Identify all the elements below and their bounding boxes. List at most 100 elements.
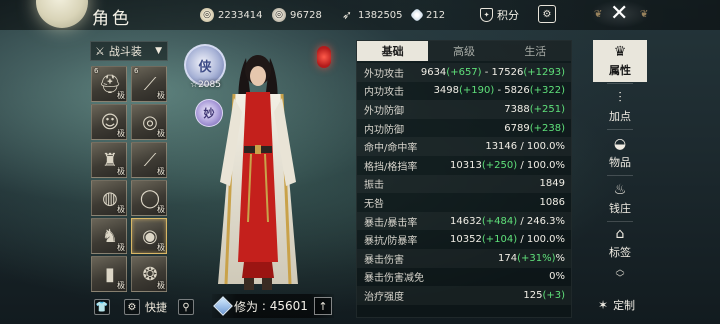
stat-base: 13146 / 100.0% — [485, 141, 565, 153]
currency-silver-value: 96728 — [290, 9, 322, 21]
nav-label-attributes: 属性 — [609, 64, 631, 77]
bracelet-slot[interactable]: ◎ 极 — [131, 104, 167, 140]
close-button[interactable]: ✕ — [610, 2, 628, 26]
stat-bonus: (+238) — [529, 122, 565, 134]
stat-row: 暴抗/防暴率 10352(+104) / 100.0% — [357, 230, 571, 249]
customize-button[interactable]: ✶ 定制 — [598, 297, 635, 313]
nav-item-points[interactable]: ⫶ 加点 — [593, 86, 647, 128]
boot-right — [262, 278, 272, 290]
quick-button[interactable]: ⚙ 快捷 — [124, 296, 167, 318]
slot-quality-tag: 极 — [117, 167, 125, 176]
stat-base: 9634 — [420, 66, 447, 78]
portrait-slot[interactable]: ☺ 极 — [91, 104, 127, 140]
face — [250, 66, 266, 86]
stat-base: / 100.0% — [517, 234, 565, 246]
sword-icon: ⚔ — [95, 44, 105, 58]
stats-panel: 基础 高级 生活 外功攻击 9634(+657) - 17526(+1293) 内功… — [356, 40, 572, 318]
stat-value: 7388(+251) — [504, 104, 565, 115]
currency-feather: ➶ 1382505 — [340, 7, 403, 23]
helmet-slot[interactable]: ⛑ 6 极 — [91, 66, 127, 102]
stat-row: 暴击伤害减免 0% — [357, 268, 571, 287]
equipment-set-dropdown[interactable]: ⚔ 战斗装 ▼ — [90, 41, 168, 61]
slot-level: 6 — [134, 67, 139, 75]
rank-number-icon: ☆ — [190, 80, 199, 90]
stat-base: 14632 — [450, 215, 482, 227]
tab-advanced[interactable]: 高级 — [428, 41, 500, 61]
shirt-icon: 👕 — [94, 299, 110, 315]
chevron-down-icon: ﹀ — [615, 274, 625, 284]
stat-base: / 246.3% — [517, 215, 565, 227]
stat-bonus: (+104) — [481, 234, 518, 246]
weapon-slot[interactable]: ⟋ 6 极 — [131, 66, 167, 102]
stat-value: 3498(+190) - 5826(+322) — [434, 85, 565, 96]
stat-value: 9634(+657) - 17526(+1293) — [421, 67, 565, 78]
stat-base: % — [555, 252, 565, 264]
nav-scroll-indicator[interactable]: ︿ ﹀ — [593, 264, 647, 286]
stat-base: 6789 — [504, 122, 530, 134]
slot-quality-tag: 极 — [117, 281, 125, 290]
slot-level: 6 — [94, 67, 99, 75]
gear-icon: ⚙ — [124, 299, 140, 315]
nav-label-tags: 标签 — [609, 246, 631, 259]
stat-base: 0% — [549, 271, 565, 283]
nav-item-tags[interactable]: ⌂ 标签 — [593, 222, 647, 264]
points-button[interactable]: ✦ 积分 — [480, 7, 519, 23]
shield-icon: ✦ — [480, 8, 493, 22]
ring-slot[interactable]: ◯ 极 — [131, 180, 167, 216]
stat-bonus: (+484) — [481, 215, 518, 227]
customize-label: 定制 — [613, 299, 636, 312]
slot-quality-tag: 极 — [157, 205, 165, 214]
inspect-button[interactable]: ⚲ — [178, 296, 199, 318]
boot-left — [244, 278, 254, 290]
bag-icon: ◒ — [613, 136, 627, 152]
stat-row: 命中/命中率 13146 / 100.0% — [357, 137, 571, 156]
outfit-button[interactable]: 👕 — [94, 296, 115, 318]
magic-wand-icon: ✶ — [598, 298, 609, 312]
stat-bonus: (+1293) — [523, 66, 565, 78]
chevron-down-icon: ▼ — [155, 46, 162, 56]
slot-quality-tag: 极 — [117, 129, 125, 138]
stat-row: 内功防御 6789(+238) — [357, 119, 571, 138]
stat-value: 10352(+104) / 100.0% — [450, 234, 565, 245]
cultivation-upgrade-button[interactable]: ↑ — [314, 297, 332, 315]
sliders-icon: ⫶ — [618, 90, 622, 106]
nav-item-bank[interactable]: ♨ 钱庄 — [593, 178, 647, 220]
nav-divider — [607, 175, 633, 176]
amulet-slot[interactable]: ◉ 极 — [131, 218, 167, 254]
cape-slot[interactable]: ♞ 极 — [91, 218, 127, 254]
ornament-left-icon: ❦ — [594, 9, 603, 20]
side-nav: ♛ 属性 ⫶ 加点 ◒ 物品 ♨ 钱庄 ⌂ 标签 ︿ ﹀ — [593, 40, 647, 318]
boots-slot[interactable]: ▮ 极 — [91, 256, 127, 292]
nav-label-items: 物品 — [609, 156, 631, 169]
stat-base: 7388 — [504, 103, 530, 115]
stat-bonus: (+31%) — [517, 252, 556, 264]
stat-label: 内功攻击 — [364, 87, 404, 99]
stat-label: 命中/命中率 — [364, 143, 418, 155]
charm-slot[interactable]: ❂ 极 — [131, 256, 167, 292]
stat-label: 内功防御 — [364, 124, 404, 136]
arrow-up-icon: ↑ — [318, 299, 328, 313]
equipment-set-label: 战斗装 — [108, 45, 142, 58]
nav-item-attributes[interactable]: ♛ 属性 — [593, 40, 647, 82]
slot-quality-tag: 极 — [117, 243, 125, 252]
stat-base: - 5826 — [494, 85, 530, 97]
moon-emblem — [36, 0, 88, 28]
armor-slot[interactable]: ♜ 极 — [91, 142, 127, 178]
nav-item-items[interactable]: ◒ 物品 — [593, 132, 647, 174]
stat-label: 治疗强度 — [364, 291, 404, 303]
character-model[interactable] — [206, 52, 310, 292]
lantern-icon — [317, 46, 331, 68]
stat-label: 外功防御 — [364, 105, 404, 117]
cultivation-label: 修为 — [234, 299, 259, 314]
tab-basic[interactable]: 基础 — [357, 41, 429, 61]
stat-bonus: (+251) — [529, 103, 565, 115]
belt-slot[interactable]: ◍ 极 — [91, 180, 127, 216]
stat-row: 外功防御 7388(+251) — [357, 100, 571, 119]
search-icon: ⚲ — [178, 299, 194, 315]
stat-value: 10313(+250) / 100.0% — [450, 160, 565, 171]
shop-icon[interactable]: ⚙ — [538, 5, 556, 23]
tab-life[interactable]: 生活 — [499, 41, 571, 61]
silver-coin-icon: ◎ — [272, 8, 286, 22]
dagger-slot[interactable]: ⟋ 极 — [131, 142, 167, 178]
currency-gold: ◎ 2233414 — [200, 7, 263, 23]
